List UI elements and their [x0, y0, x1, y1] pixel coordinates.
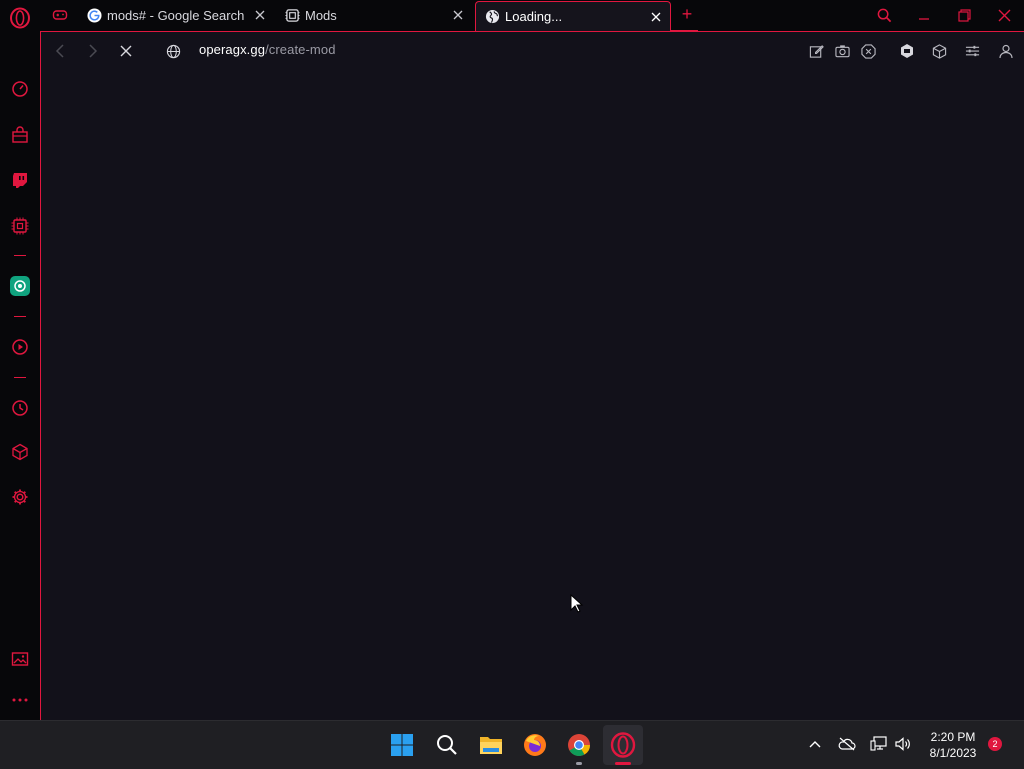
- taskbar: 2:20 PM 8/1/2023: [0, 720, 1024, 769]
- gamepad-icon: [52, 7, 68, 23]
- firefox-icon[interactable]: [521, 731, 549, 759]
- shopping-bag-icon[interactable]: [9, 124, 31, 146]
- minimize-icon[interactable]: [913, 5, 935, 25]
- chatgpt-icon[interactable]: [9, 275, 31, 297]
- tab-label: Mods: [305, 7, 337, 23]
- vpn-icon[interactable]: [898, 42, 916, 60]
- profile-icon[interactable]: [997, 42, 1015, 60]
- file-explorer-icon[interactable]: [477, 731, 505, 759]
- sidebar-divider: [14, 255, 26, 256]
- globe-icon: [484, 9, 500, 25]
- mouse-cursor-icon: [570, 593, 584, 614]
- settings-icon[interactable]: [9, 486, 31, 508]
- close-tab-icon[interactable]: [252, 7, 268, 23]
- notification-badge[interactable]: 2: [988, 737, 1002, 751]
- opera-gx-logo-icon[interactable]: [8, 6, 32, 30]
- forward-icon[interactable]: [84, 42, 102, 60]
- close-tab-icon[interactable]: [450, 7, 466, 23]
- volume-icon[interactable]: [894, 735, 912, 753]
- tab-label: Loading...: [505, 9, 563, 24]
- cube-icon[interactable]: [930, 42, 948, 60]
- back-icon[interactable]: [51, 42, 69, 60]
- cube-icon[interactable]: [9, 441, 31, 463]
- onedrive-offline-icon[interactable]: [838, 735, 856, 753]
- twitch-icon[interactable]: [9, 169, 31, 191]
- sidebar-divider: [14, 377, 26, 378]
- more-icon[interactable]: [9, 689, 31, 711]
- restore-icon[interactable]: [953, 5, 975, 25]
- page-content: operagx.gg/create-mod: [40, 31, 1024, 720]
- tab-google-search[interactable]: mods# - Google Search: [78, 0, 274, 30]
- windows-start-icon[interactable]: [388, 731, 416, 759]
- easy-setup-icon[interactable]: [963, 42, 981, 60]
- url-domain: operagx.gg: [199, 42, 266, 57]
- chrome-icon[interactable]: [565, 731, 593, 759]
- mods-icon: [284, 7, 300, 23]
- tab-mods[interactable]: Mods: [276, 0, 472, 30]
- camera-icon[interactable]: [833, 42, 851, 60]
- search-tabs-icon[interactable]: [873, 5, 895, 25]
- clock-date: 8/1/2023: [929, 746, 977, 760]
- tab-gx-corner[interactable]: [44, 0, 76, 30]
- running-indicator-active: [615, 762, 631, 765]
- cpu-icon[interactable]: [9, 215, 31, 237]
- chevron-up-icon[interactable]: [806, 735, 824, 753]
- new-tab-button[interactable]: +: [678, 4, 696, 24]
- gallery-icon[interactable]: [9, 648, 31, 670]
- opera-gx-icon[interactable]: [609, 731, 637, 759]
- speed-dial-icon[interactable]: [9, 78, 31, 100]
- tab-label: mods# - Google Search: [107, 7, 245, 23]
- adblock-icon[interactable]: [859, 42, 877, 60]
- title-bar: mods# - Google Search Mods Loading... +: [0, 0, 1024, 31]
- tab-loading[interactable]: Loading...: [475, 1, 671, 31]
- address-bar[interactable]: operagx.gg/create-mod: [199, 42, 336, 57]
- close-tab-icon[interactable]: [648, 9, 664, 25]
- site-info-globe-icon[interactable]: [164, 42, 182, 60]
- close-window-icon[interactable]: [993, 5, 1015, 25]
- player-icon[interactable]: [9, 336, 31, 358]
- edit-icon[interactable]: [807, 42, 825, 60]
- network-icon[interactable]: [870, 735, 888, 753]
- stop-loading-icon[interactable]: [117, 42, 135, 60]
- clock-time: 2:20 PM: [930, 730, 976, 744]
- search-icon[interactable]: [433, 731, 461, 759]
- running-indicator: [576, 762, 582, 765]
- system-clock[interactable]: 2:20 PM 8/1/2023: [920, 729, 986, 761]
- sidebar-divider: [14, 316, 26, 317]
- history-icon[interactable]: [9, 397, 31, 419]
- url-path: /create-mod: [265, 42, 336, 57]
- sidebar: [0, 31, 40, 720]
- google-icon: [86, 7, 102, 23]
- address-toolbar: operagx.gg/create-mod: [41, 32, 1024, 70]
